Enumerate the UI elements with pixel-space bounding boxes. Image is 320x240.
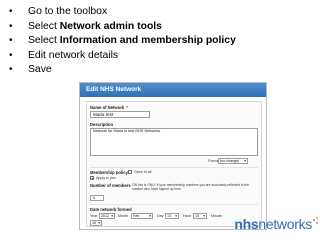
instruction-list: • Go to the toolbox • Select Network admin…: [7, 5, 307, 78]
instruction-text: Edit network details: [28, 49, 119, 61]
instruction-item: • Select Network admin tools: [7, 20, 307, 35]
divider: [90, 167, 258, 168]
nhs-networks-logo: nhsnetworks: [234, 216, 318, 232]
date-formed-label: Date network formed: [90, 207, 132, 212]
minute-label: Minute: [211, 214, 222, 218]
members-note: ON this is ONLY if your membership numbe…: [132, 183, 249, 192]
network-name-input[interactable]: Maria test: [90, 111, 150, 118]
bullet-icon: •: [9, 49, 13, 61]
instruction-text: Save: [28, 64, 52, 75]
members-label: Number of members: [90, 183, 131, 188]
year-label: Year: [90, 214, 98, 218]
edit-network-form: Name of Network * Maria test Description …: [86, 101, 262, 227]
members-count-input[interactable]: 0: [90, 195, 104, 201]
instruction-bold-text: Network admin tools: [59, 20, 162, 32]
membership-label: Membership policy: [90, 170, 128, 175]
name-label-text: Name of Network: [90, 105, 125, 110]
logo-networks-text: networks: [258, 216, 312, 232]
instruction-text: Select: [28, 35, 60, 46]
instruction-item: • Save: [7, 63, 307, 78]
logo-nhs-text: nhs: [234, 216, 259, 232]
instruction-bold-text: Information and membership policy: [59, 35, 236, 46]
open-to-all-radio[interactable]: [128, 170, 132, 174]
day-label: Day: [157, 214, 164, 218]
panel-title: Edit NHS Network: [80, 83, 266, 97]
format-select[interactable]: (no change): [218, 158, 248, 164]
instruction-item: • Select Information and membership polic…: [7, 34, 307, 49]
apply-to-join-label: Apply to join: [96, 176, 116, 180]
divider: [90, 204, 258, 205]
description-label: Description: [90, 122, 114, 127]
instruction-item: • Go to the toolbox: [7, 5, 307, 20]
month-label: Month: [118, 214, 128, 218]
hour-select[interactable]: 15: [193, 213, 207, 219]
instruction-text: Select: [28, 20, 60, 32]
instruction-text: Go to the toolbox: [28, 6, 108, 17]
hour-label: Hour: [183, 214, 191, 218]
bullet-icon: •: [9, 64, 13, 75]
instruction-item: • Edit network details: [7, 49, 307, 64]
bullet-icon: •: [9, 6, 13, 17]
year-select[interactable]: 2012: [99, 213, 115, 219]
edit-network-screenshot: Edit NHS Network Name of Network * Maria …: [79, 82, 267, 230]
name-label: Name of Network *: [90, 105, 128, 110]
description-textarea[interactable]: Network for Maria to test NHS Networks: [90, 128, 258, 156]
month-select[interactable]: Feb: [131, 213, 153, 219]
required-mark: *: [126, 105, 128, 110]
apply-to-join-radio[interactable]: [90, 176, 94, 180]
open-to-all-label: Open to all: [134, 170, 152, 174]
bullet-icon: •: [9, 20, 13, 32]
minute-select[interactable]: 49: [90, 220, 102, 226]
day-select[interactable]: 13: [165, 213, 179, 219]
bullet-icon: •: [9, 35, 13, 46]
